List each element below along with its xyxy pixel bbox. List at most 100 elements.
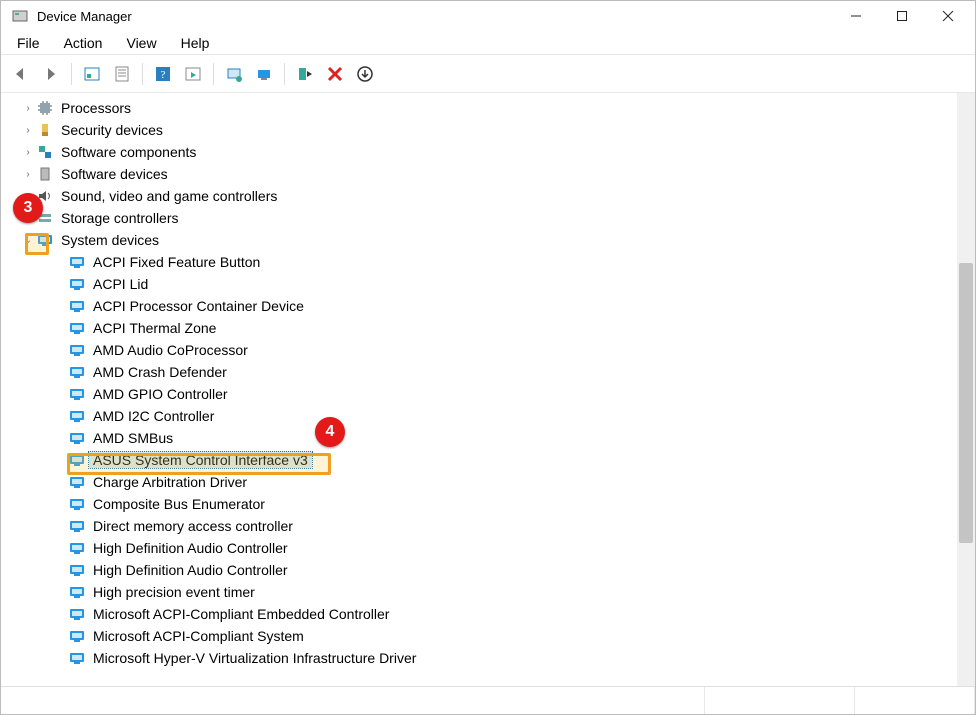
close-button[interactable]	[925, 1, 971, 31]
device-item[interactable]: AMD Crash Defender	[1, 361, 957, 383]
device-label: ACPI Lid	[89, 276, 152, 292]
help-button[interactable]: ?	[149, 60, 177, 88]
device-label: High Definition Audio Controller	[89, 562, 292, 578]
device-label: AMD SMBus	[89, 430, 177, 446]
vertical-scrollbar-thumb[interactable]	[959, 263, 973, 543]
device-item[interactable]: AMD GPIO Controller	[1, 383, 957, 405]
callout-number: 4	[326, 423, 335, 441]
forward-button[interactable]	[37, 60, 65, 88]
system-device-icon	[69, 408, 85, 424]
device-label: Composite Bus Enumerator	[89, 496, 269, 512]
device-tree[interactable]: 3 4 ›Processors›Security devices›Softwar…	[1, 93, 957, 686]
annotation-callout-4: 4	[315, 417, 345, 447]
menu-help[interactable]: Help	[171, 33, 220, 53]
chevron-right-icon[interactable]: ›	[21, 169, 35, 180]
enable-device-button[interactable]	[291, 60, 319, 88]
device-item[interactable]: High precision event timer	[1, 581, 957, 603]
back-button[interactable]	[7, 60, 35, 88]
menu-view[interactable]: View	[116, 33, 166, 53]
device-category[interactable]: ›Storage controllers	[1, 207, 957, 229]
uninstall-device-button[interactable]	[321, 60, 349, 88]
minimize-button[interactable]	[833, 1, 879, 31]
system-device-icon	[69, 562, 85, 578]
device-label: AMD Audio CoProcessor	[89, 342, 252, 358]
device-label: Direct memory access controller	[89, 518, 297, 534]
device-item[interactable]: Direct memory access controller	[1, 515, 957, 537]
device-item[interactable]: AMD I2C Controller	[1, 405, 957, 427]
device-item[interactable]: Microsoft ACPI-Compliant System	[1, 625, 957, 647]
system-device-icon	[69, 320, 85, 336]
vertical-scrollbar-track[interactable]	[957, 93, 975, 686]
processor-icon	[37, 100, 53, 116]
device-label: Microsoft Hyper-V Virtualization Infrast…	[89, 650, 420, 666]
security-icon	[37, 122, 53, 138]
device-item[interactable]: AMD Audio CoProcessor	[1, 339, 957, 361]
statusbar-cell	[705, 687, 855, 714]
device-label: Microsoft ACPI-Compliant System	[89, 628, 308, 644]
properties-button[interactable]	[108, 60, 136, 88]
scan-button[interactable]	[220, 60, 248, 88]
system-device-icon	[69, 386, 85, 402]
menubar: File Action View Help	[1, 31, 975, 55]
device-item[interactable]: High Definition Audio Controller	[1, 537, 957, 559]
chevron-down-icon[interactable]: ⌄	[21, 235, 35, 246]
device-category[interactable]: ›Software components	[1, 141, 957, 163]
system-device-icon	[69, 474, 85, 490]
device-item[interactable]: ACPI Fixed Feature Button	[1, 251, 957, 273]
show-hidden-button[interactable]	[78, 60, 106, 88]
device-category[interactable]: ›Security devices	[1, 119, 957, 141]
device-category[interactable]: › Processors	[1, 97, 957, 119]
device-label: ACPI Fixed Feature Button	[89, 254, 264, 270]
device-label: Microsoft ACPI-Compliant Embedded Contro…	[89, 606, 393, 622]
maximize-button[interactable]	[879, 1, 925, 31]
svg-text:?: ?	[161, 69, 166, 81]
system-device-icon	[37, 232, 53, 248]
system-device-icon	[69, 628, 85, 644]
device-label: ACPI Thermal Zone	[89, 320, 220, 336]
device-item[interactable]: AMD SMBus	[1, 427, 957, 449]
device-item[interactable]: ACPI Processor Container Device	[1, 295, 957, 317]
system-device-icon	[69, 452, 85, 468]
chevron-right-icon[interactable]: ›	[21, 147, 35, 158]
device-label: Charge Arbitration Driver	[89, 474, 251, 490]
system-device-icon	[69, 364, 85, 380]
category-label: Software devices	[57, 166, 172, 182]
device-item[interactable]: ACPI Thermal Zone	[1, 317, 957, 339]
system-device-icon	[69, 430, 85, 446]
device-label: AMD GPIO Controller	[89, 386, 232, 402]
device-item[interactable]: Microsoft ACPI-Compliant Embedded Contro…	[1, 603, 957, 625]
device-category[interactable]: › Software devices	[1, 163, 957, 185]
statusbar-cell	[855, 687, 975, 714]
device-label: ACPI Processor Container Device	[89, 298, 308, 314]
install-driver-button[interactable]	[351, 60, 379, 88]
device-category[interactable]: ⌄System devices	[1, 229, 957, 251]
device-item[interactable]: ASUS System Control Interface v3	[1, 449, 957, 471]
action-button[interactable]	[179, 60, 207, 88]
menu-action[interactable]: Action	[54, 33, 113, 53]
menu-file[interactable]: File	[7, 33, 50, 53]
titlebar: Device Manager	[1, 1, 975, 31]
system-device-icon	[69, 254, 85, 270]
window-title: Device Manager	[37, 9, 833, 24]
device-item[interactable]: High Definition Audio Controller	[1, 559, 957, 581]
toolbar-separator	[142, 63, 143, 85]
software-device-icon	[37, 166, 53, 182]
system-device-icon	[69, 650, 85, 666]
chevron-right-icon[interactable]: ›	[21, 103, 35, 114]
chevron-right-icon[interactable]: ›	[21, 125, 35, 136]
toolbar-separator	[213, 63, 214, 85]
device-category[interactable]: ›Sound, video and game controllers	[1, 185, 957, 207]
category-label: Processors	[57, 100, 135, 116]
device-item[interactable]: ACPI Lid	[1, 273, 957, 295]
device-item[interactable]: Microsoft Hyper-V Virtualization Infrast…	[1, 647, 957, 669]
category-label: Storage controllers	[57, 210, 183, 226]
system-device-icon	[69, 584, 85, 600]
client-area: 3 4 ›Processors›Security devices›Softwar…	[1, 93, 975, 714]
device-item[interactable]: Composite Bus Enumerator	[1, 493, 957, 515]
update-driver-button[interactable]	[250, 60, 278, 88]
software-component-icon	[37, 144, 53, 160]
system-device-icon	[69, 298, 85, 314]
system-device-icon	[69, 276, 85, 292]
toolbar: ?	[1, 55, 975, 93]
device-item[interactable]: Charge Arbitration Driver	[1, 471, 957, 493]
